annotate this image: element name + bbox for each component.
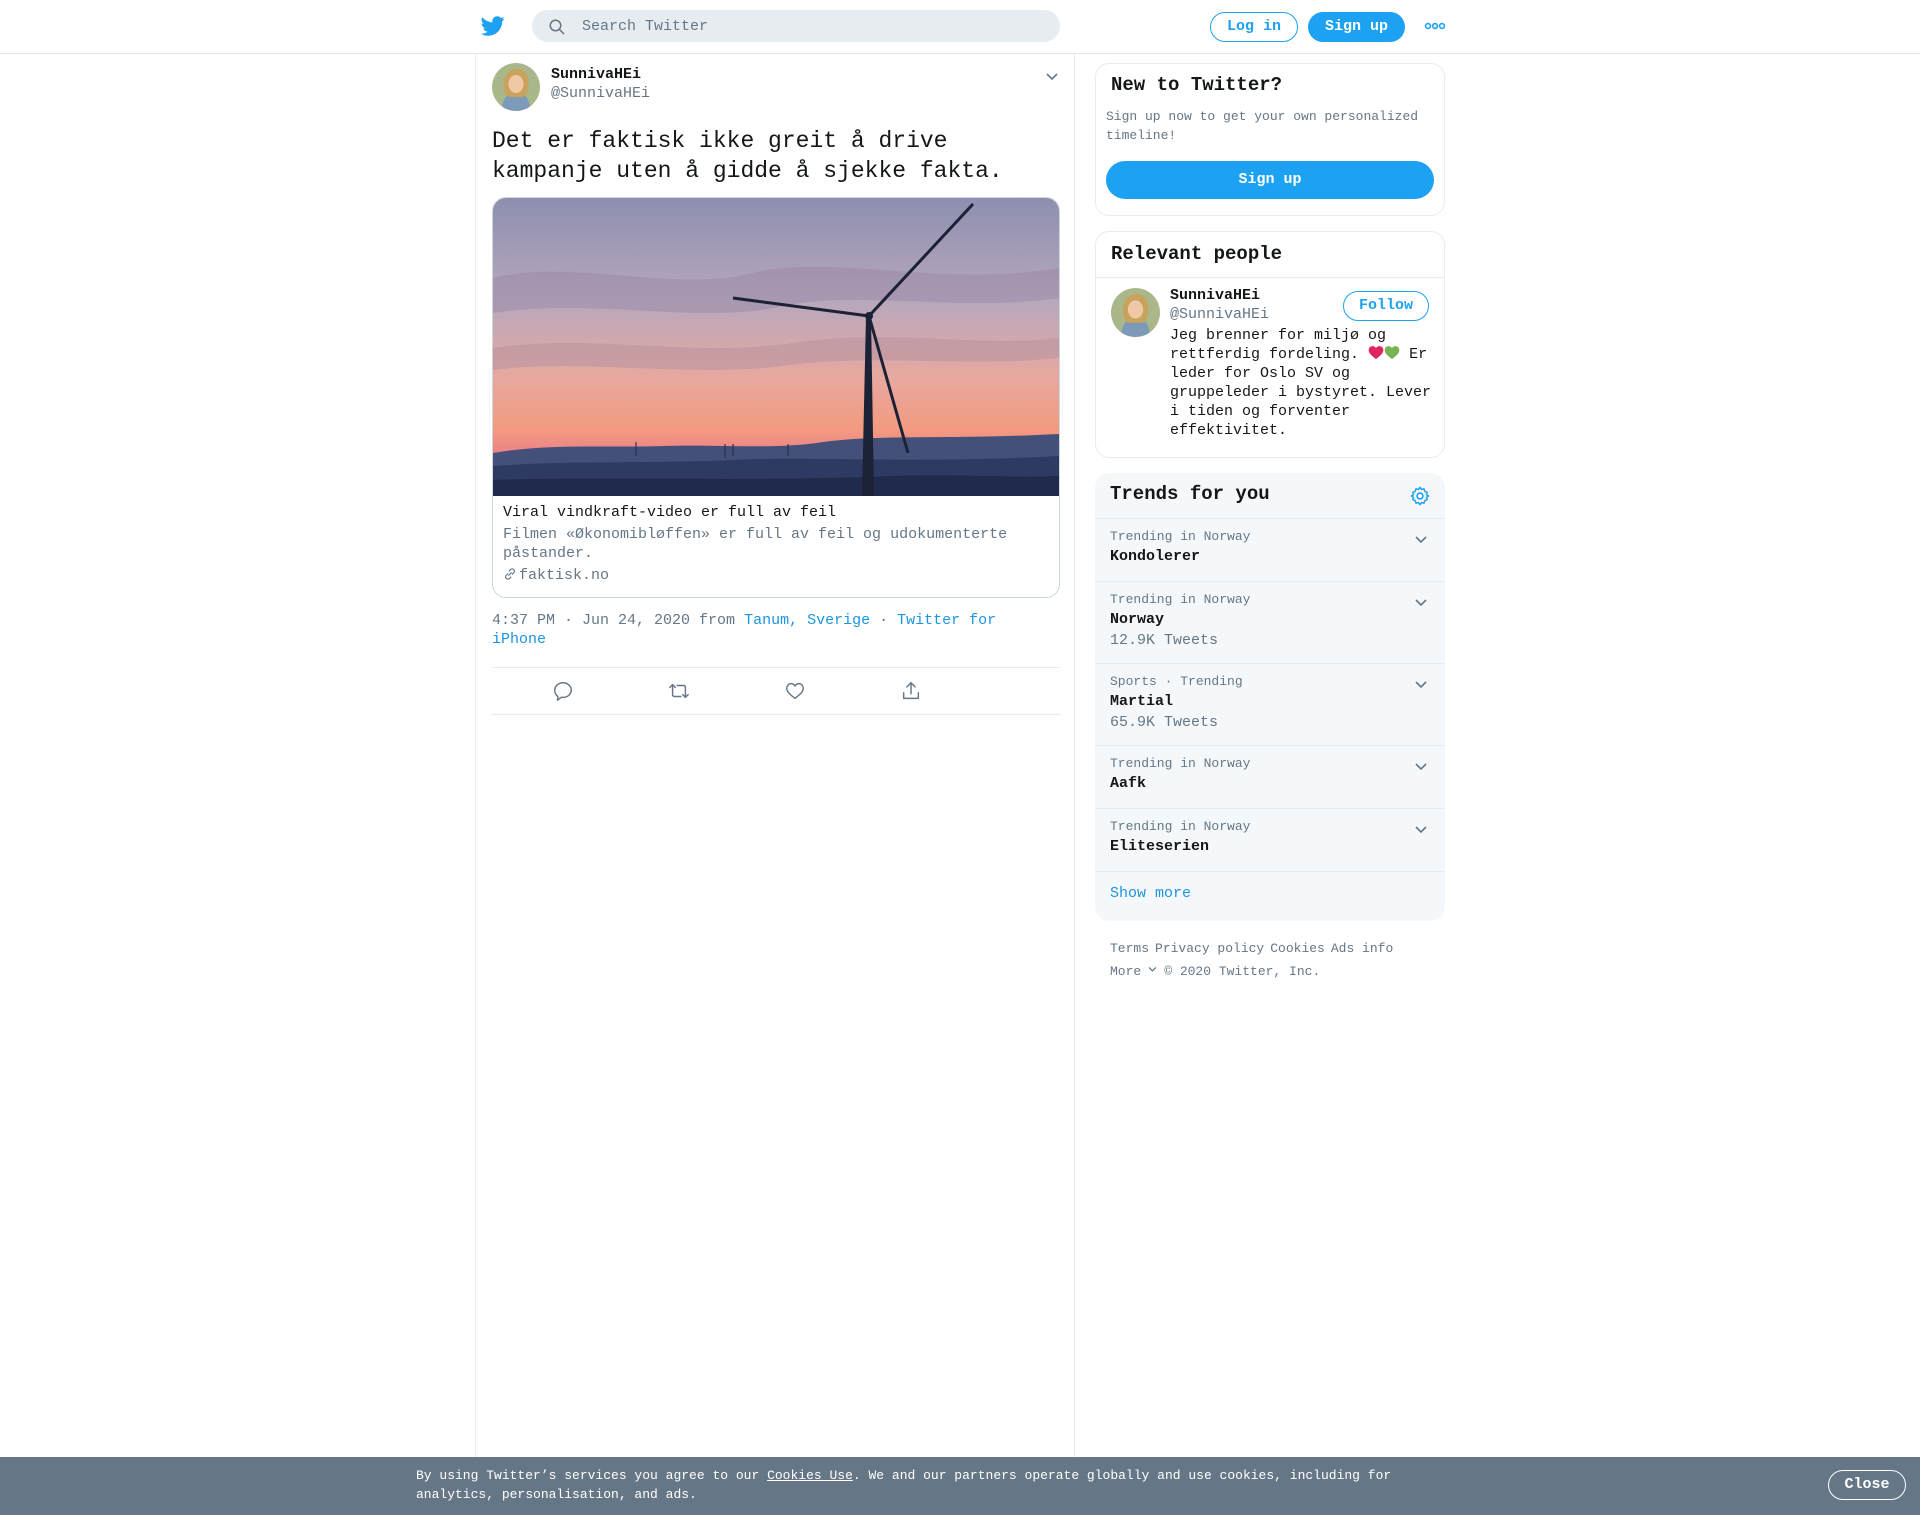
like-icon[interactable] (784, 680, 806, 702)
tweet-column: SunnivaHEi @SunnivaHEi Det er faktisk ik… (475, 54, 1075, 1459)
card-domain[interactable]: faktisk.no (503, 567, 609, 584)
panel-title: Trends for you (1110, 483, 1270, 505)
red-heart-icon (1368, 346, 1384, 360)
trend-context: Trending in Norway (1110, 819, 1251, 834)
footer-cookies-link[interactable]: Cookies (1270, 941, 1325, 956)
footer-privacy-link[interactable]: Privacy policy (1155, 941, 1264, 956)
reply-icon[interactable] (552, 680, 574, 702)
chevron-down-icon[interactable] (1413, 531, 1429, 547)
panel-title: New to Twitter? (1111, 74, 1283, 96)
footer-more-link[interactable]: More (1110, 964, 1158, 979)
more-dots-icon[interactable] (1424, 18, 1446, 34)
trends-header: Trends for you (1095, 473, 1445, 519)
avatar[interactable] (492, 63, 540, 111)
trend-tweet-count: 65.9K Tweets (1110, 714, 1219, 731)
panel-subtitle: Sign up now to get your own personalized… (1106, 109, 1419, 143)
tweet-author-handle[interactable]: @SunnivaHEi (551, 85, 650, 102)
chevron-down-icon[interactable] (1413, 594, 1429, 610)
card-domain-text: faktisk.no (519, 567, 610, 584)
trend-context: Trending in Norway (1110, 592, 1251, 607)
cookie-banner: By using Twitter’s services you agree to… (0, 1457, 1920, 1515)
trends-panel: Trends for you Trending in Norway Kondol… (1095, 473, 1445, 921)
avatar[interactable] (1111, 288, 1160, 337)
bio-line: Jeg brenner for miljø og rettferdig ford… (1170, 327, 1387, 363)
trend-context: Sports · Trending (1110, 674, 1243, 689)
footer-terms-link[interactable]: Terms (1110, 941, 1149, 956)
tweet-timestamp[interactable]: 4:37 PM · Jun 24, 2020 from (492, 612, 735, 629)
trend-name[interactable]: Norway (1110, 611, 1164, 628)
chevron-down-icon[interactable] (1413, 758, 1429, 774)
relevant-people-panel: Relevant people SunnivaHEi @SunnivaHEi F… (1095, 231, 1445, 458)
tweet-actions (492, 667, 1060, 715)
link-icon (505, 568, 515, 580)
chevron-down-icon (1148, 966, 1157, 972)
link-card[interactable]: Viral vindkraft-video er full av feil Fi… (492, 197, 1060, 598)
retweet-icon[interactable] (668, 680, 690, 702)
signup-button[interactable]: Sign up (1308, 12, 1405, 42)
chevron-down-icon[interactable] (1044, 68, 1060, 84)
green-heart-icon (1384, 346, 1400, 360)
chevron-down-icon[interactable] (1413, 676, 1429, 692)
trend-item[interactable]: Trending in Norway Eliteserien (1095, 809, 1445, 872)
trend-context: Trending in Norway (1110, 756, 1251, 771)
card-title[interactable]: Viral vindkraft-video er full av feil (503, 504, 836, 521)
close-button[interactable]: Close (1828, 1470, 1906, 1500)
sidebar-signup-button[interactable]: Sign up (1106, 161, 1434, 199)
trend-name[interactable]: Kondolerer (1110, 548, 1200, 565)
trend-name[interactable]: Martial (1110, 693, 1173, 710)
footer-more-label: More (1110, 964, 1142, 979)
cookies-use-link[interactable]: Cookies Use (767, 1468, 853, 1483)
panel-title: Relevant people (1111, 243, 1283, 265)
search-icon (549, 19, 565, 35)
trend-item[interactable]: Sports · Trending Martial 65.9K Tweets (1095, 664, 1445, 746)
person-name[interactable]: SunnivaHEi (1170, 287, 1260, 304)
login-button[interactable]: Log in (1210, 12, 1298, 42)
trend-context: Trending in Norway (1110, 529, 1251, 544)
trend-item[interactable]: Trending in Norway Kondolerer (1095, 519, 1445, 582)
trend-item[interactable]: Trending in Norway Norway 12.9K Tweets (1095, 582, 1445, 664)
person-handle[interactable]: @SunnivaHEi (1170, 306, 1269, 323)
trend-name[interactable]: Eliteserien (1110, 838, 1209, 855)
tweet-meta: 4:37 PM · Jun 24, 2020 from Tanum, Sveri… (492, 611, 1052, 649)
footer-copyright: © 2020 Twitter, Inc. (1164, 964, 1321, 979)
search-box[interactable] (532, 10, 1060, 42)
show-more-link[interactable]: Show more (1110, 885, 1191, 902)
gear-icon[interactable] (1409, 485, 1431, 507)
footer-ads-link[interactable]: Ads info (1331, 941, 1393, 956)
meta-separator: · (879, 612, 889, 629)
search-input[interactable] (582, 10, 1042, 42)
tweet-text: Det er faktisk ikke greit å drive kampan… (492, 128, 1003, 184)
chevron-down-icon[interactable] (1413, 821, 1429, 837)
trend-item[interactable]: Trending in Norway Aafk (1095, 746, 1445, 809)
twitter-bird-icon[interactable] (480, 14, 506, 38)
tweet-author-name[interactable]: SunnivaHEi (551, 66, 641, 83)
cookie-text-before: By using Twitter’s services you agree to… (416, 1468, 768, 1483)
trend-tweet-count: 12.9K Tweets (1110, 632, 1219, 649)
cookie-text: By using Twitter’s services you agree to… (416, 1466, 1416, 1504)
card-description: Filmen «Økonomibløffen» er full av feil … (503, 526, 1008, 562)
top-bar: Log in Sign up (0, 0, 1920, 54)
trend-name[interactable]: Aafk (1110, 775, 1146, 792)
tweet-location-link[interactable]: Tanum, Sverige (744, 612, 870, 629)
share-icon[interactable] (900, 680, 922, 702)
follow-button[interactable]: Follow (1343, 291, 1429, 321)
divider (1096, 277, 1444, 278)
person-bio: Jeg brenner for miljø og rettferdig ford… (1170, 326, 1432, 440)
footer-links: Terms Privacy policy Cookies Ads info More ©… (1110, 937, 1440, 983)
card-image (493, 198, 1059, 496)
new-to-twitter-panel: New to Twitter? Sign up now to get your … (1095, 63, 1445, 216)
